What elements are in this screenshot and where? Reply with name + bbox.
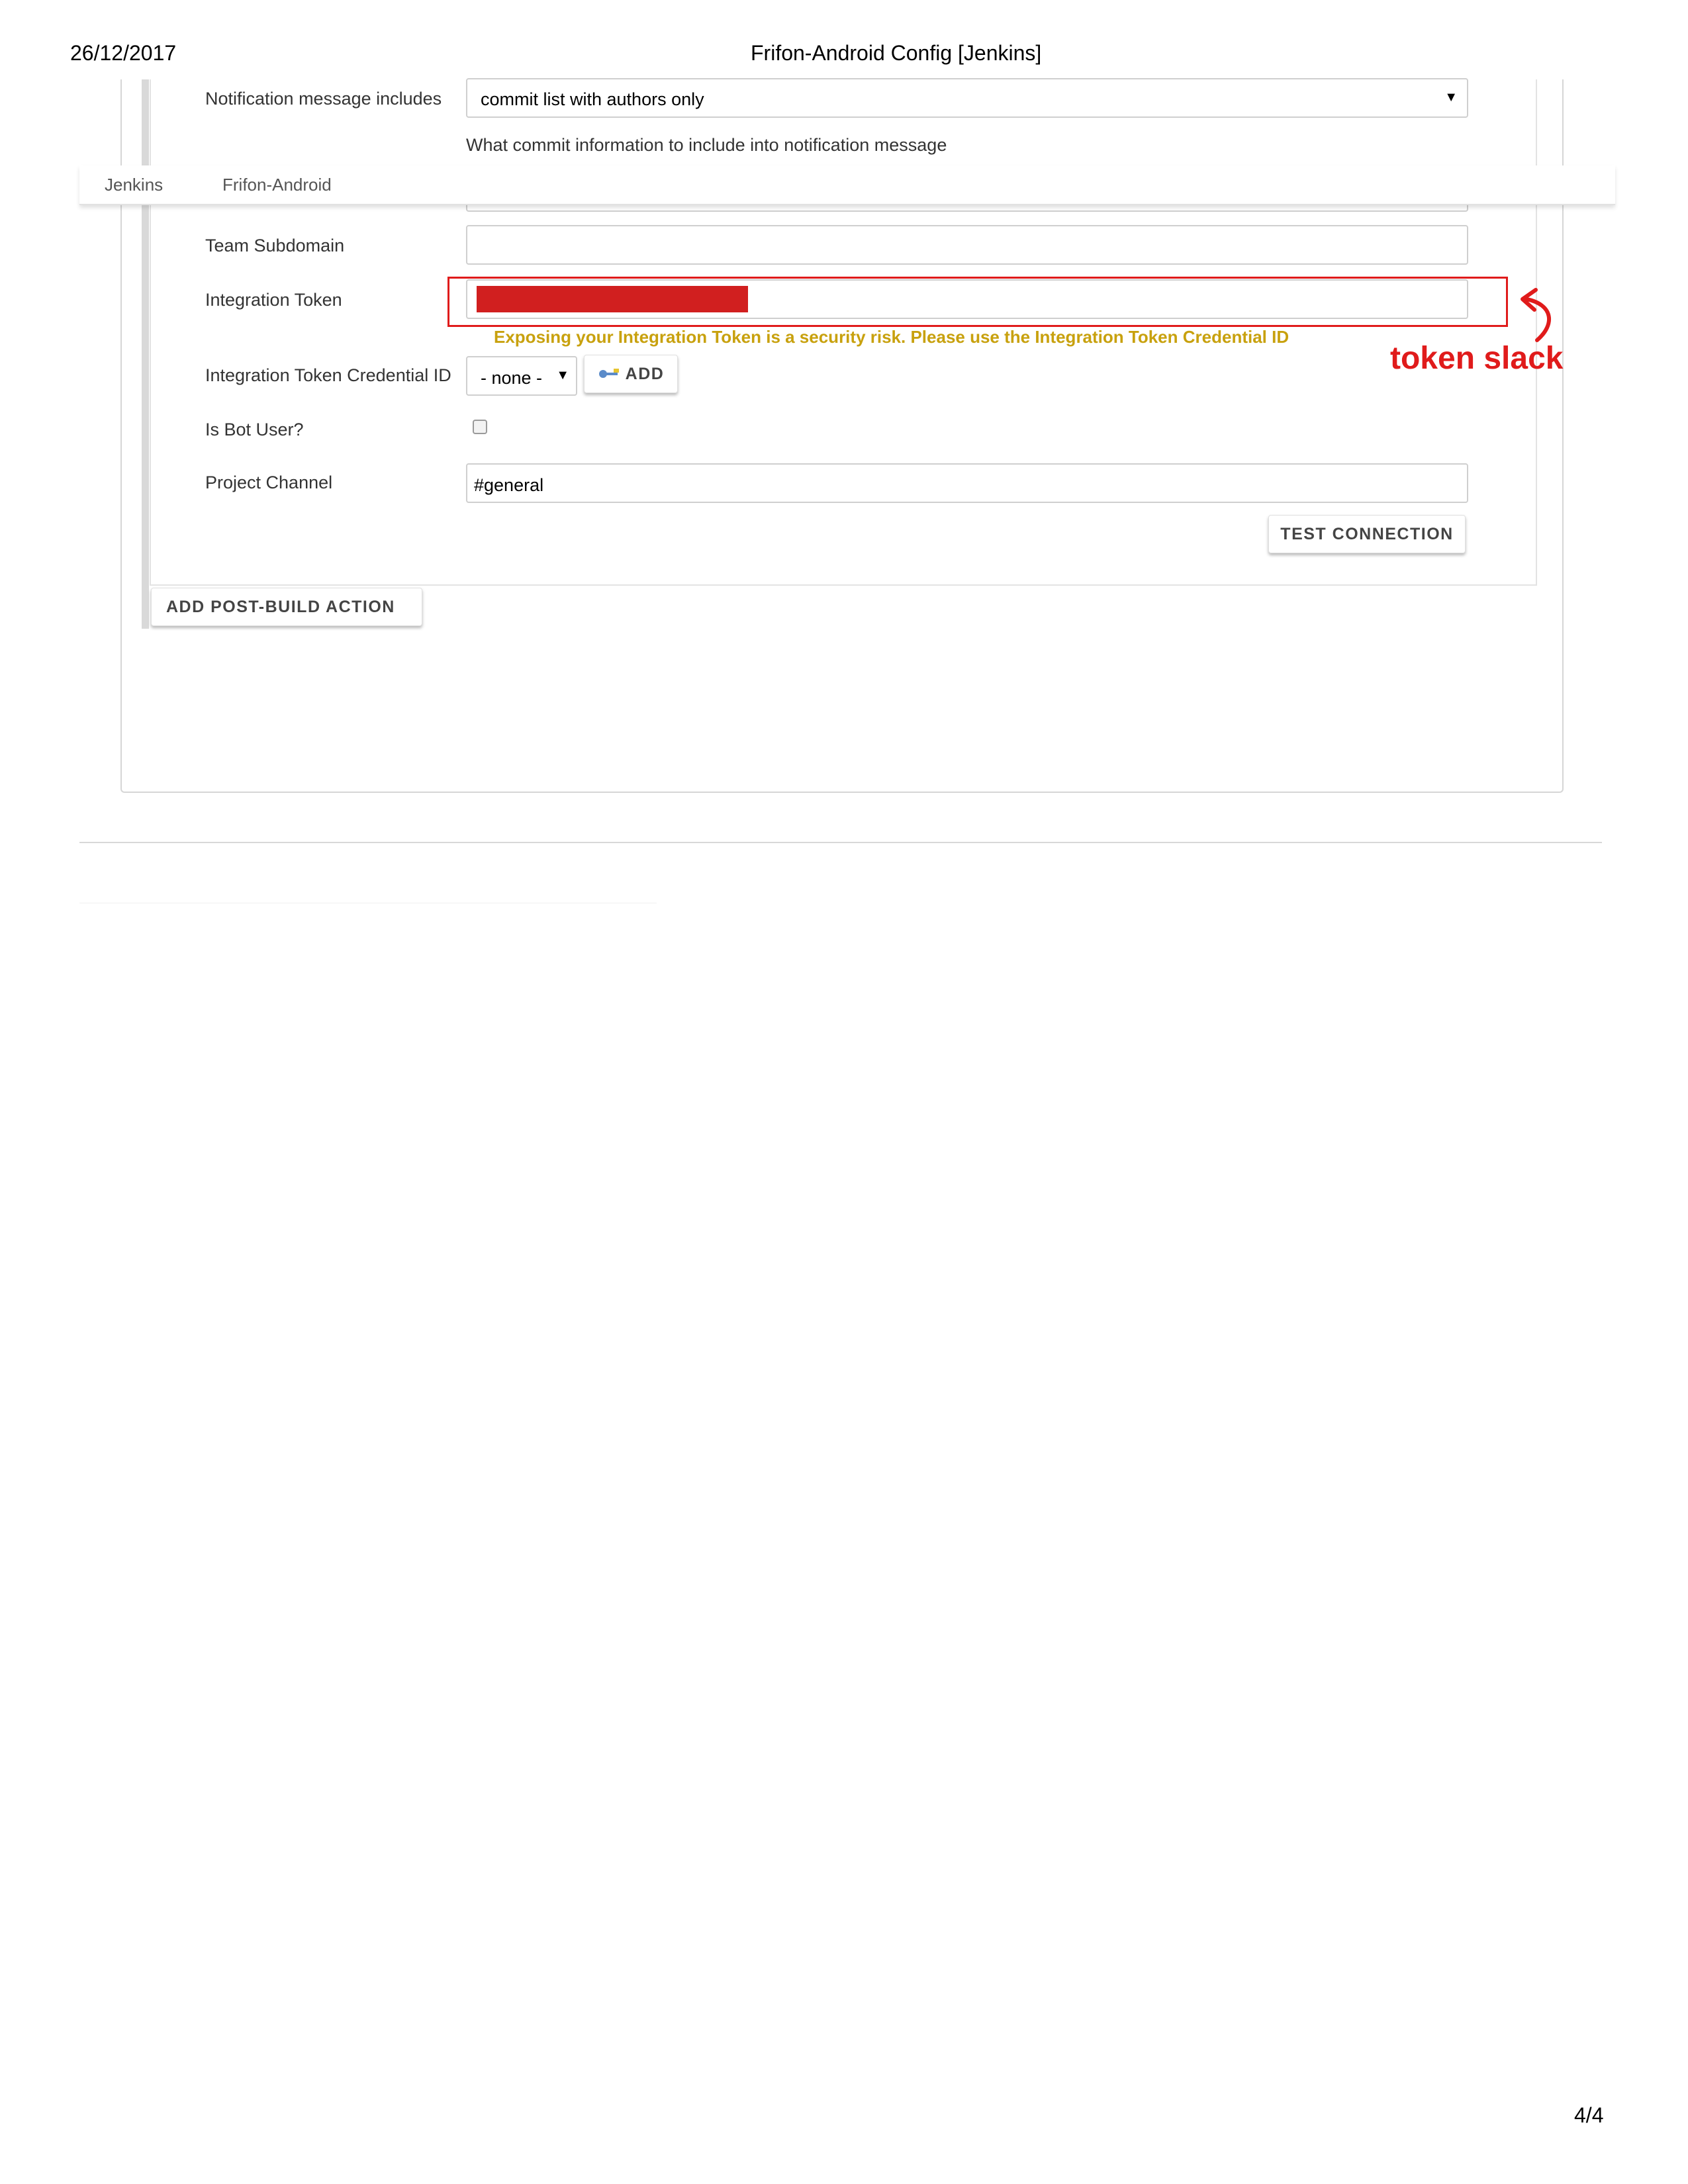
page-number: 4/4	[1574, 2103, 1604, 2127]
credential-id-label: Integration Token Credential ID	[205, 365, 451, 385]
breadcrumb-item-jenkins[interactable]: Jenkins	[105, 175, 163, 195]
credential-id-select-value: - none -	[481, 368, 543, 388]
project-channel-value: #general	[474, 475, 544, 495]
test-connection-button[interactable]: TEST CONNECTION	[1268, 515, 1466, 553]
team-subdomain-input[interactable]	[466, 225, 1468, 265]
integration-token-label: Integration Token	[205, 290, 342, 310]
annotation-highlight-box	[447, 277, 1508, 327]
add-post-build-action-button[interactable]: ADD POST-BUILD ACTION	[151, 588, 422, 626]
annotation-arrow-icon	[1521, 288, 1551, 342]
notification-help: What commit information to include into …	[466, 135, 947, 155]
notification-select[interactable]: commit list with authors only ▼	[466, 78, 1468, 118]
add-credential-label: ADD	[625, 364, 665, 383]
project-channel-input[interactable]: #general	[466, 463, 1468, 503]
print-title: Frifon-Android Config [Jenkins]	[751, 41, 1042, 65]
breadcrumb: Jenkins Frifon-Android	[79, 165, 1615, 205]
print-date: 26/12/2017	[70, 41, 177, 65]
chevron-down-icon: ▼	[1444, 90, 1458, 105]
bot-user-label: Is Bot User?	[205, 420, 304, 439]
key-icon	[598, 369, 619, 378]
notification-label: Notification message includes	[205, 89, 442, 109]
notification-select-value: commit list with authors only	[481, 89, 704, 109]
footer-divider	[79, 842, 1602, 843]
integration-token-warning: Exposing your Integration Token is a sec…	[494, 327, 1289, 347]
section-bar	[142, 79, 149, 629]
credential-id-select[interactable]: - none - ▼	[466, 356, 577, 396]
add-post-build-action-label: ADD POST-BUILD ACTION	[166, 597, 395, 616]
bot-user-checkbox[interactable]	[473, 420, 487, 434]
test-connection-label: TEST CONNECTION	[1280, 524, 1454, 543]
breadcrumb-item-frifon-android[interactable]: Frifon-Android	[222, 175, 332, 195]
team-subdomain-label: Team Subdomain	[205, 236, 345, 255]
annotation-label: token slack	[1390, 341, 1564, 376]
project-channel-label: Project Channel	[205, 473, 333, 492]
add-credential-button[interactable]: ADD	[584, 355, 678, 393]
chevron-down-icon: ▼	[556, 368, 569, 383]
